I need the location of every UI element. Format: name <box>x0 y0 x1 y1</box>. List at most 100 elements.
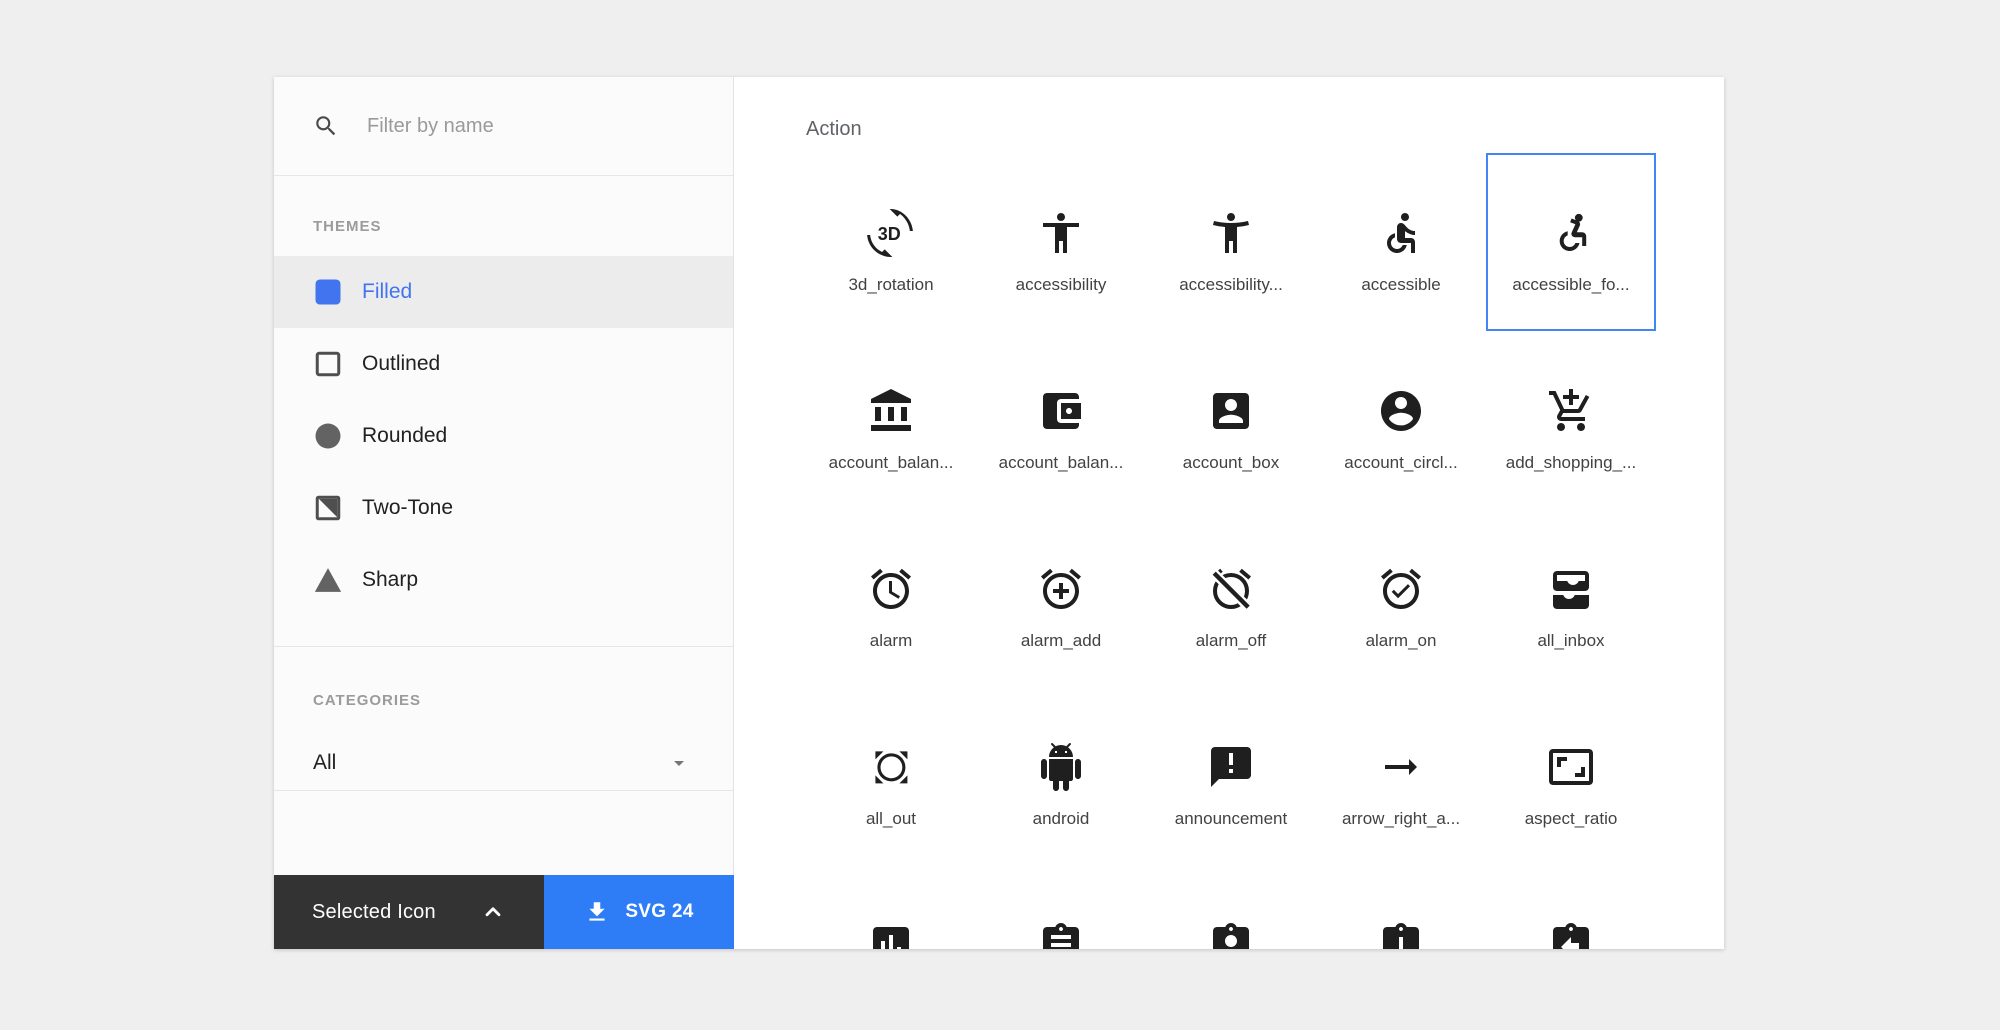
icon-label: accessible_fo... <box>1512 275 1630 294</box>
icon-label: accessible <box>1361 275 1441 294</box>
rounded-circle-icon <box>313 421 343 451</box>
theme-item-label: Sharp <box>362 568 419 591</box>
icon-cell-alarm-on[interactable]: alarm_on <box>1316 509 1486 687</box>
theme-item-label: Filled <box>362 280 413 303</box>
accessible-forward-icon <box>1547 209 1595 257</box>
categories-section: CATEGORIES All <box>274 647 733 791</box>
alarm-add-icon <box>1037 565 1085 613</box>
add-shopping-cart-icon <box>1547 387 1595 435</box>
icon-cell-android[interactable]: android <box>976 687 1146 865</box>
dropdown-caret-icon <box>674 760 684 766</box>
arrow-right-alt-icon <box>1377 743 1425 791</box>
icon-cell-accessibility[interactable]: accessibility <box>976 153 1146 331</box>
icon-cell-all-inbox[interactable]: all_inbox <box>1486 509 1656 687</box>
assignment-ind-icon <box>1207 921 1255 949</box>
icon-cell-assignment-ind[interactable] <box>1146 865 1316 949</box>
category-selected-value: All <box>313 750 337 774</box>
themes-heading: THEMES <box>313 218 382 235</box>
sidebar-footer: Selected Icon SVG 24 <box>274 875 734 949</box>
icon-cell-arrow-right-alt[interactable]: arrow_right_a... <box>1316 687 1486 865</box>
icon-cell-accessible[interactable]: accessible <box>1316 153 1486 331</box>
icon-label: add_shopping_... <box>1505 453 1637 472</box>
download-button-label: SVG 24 <box>625 901 694 922</box>
icon-cell-accessible-forward[interactable]: accessible_fo... <box>1486 153 1656 331</box>
sidebar: Filter by name THEMES Filled Outlined Ro… <box>274 77 734 949</box>
aspect-ratio-icon <box>1547 743 1595 791</box>
icon-cell-assessment[interactable] <box>806 865 976 949</box>
account-circle-icon <box>1377 387 1425 435</box>
filled-square-icon <box>313 277 343 307</box>
assignment-return-icon <box>1547 921 1595 949</box>
icon-cell-account-box[interactable]: account_box <box>1146 331 1316 509</box>
icon-label: aspect_ratio <box>1524 809 1618 828</box>
icon-label: alarm_off <box>1195 631 1267 650</box>
account-balance-icon <box>867 387 915 435</box>
search-placeholder: Filter by name <box>367 114 494 137</box>
icon-cell-3d-rotation[interactable]: 3D 3d_rotation <box>806 153 976 331</box>
icon-cell-alarm-add[interactable]: alarm_add <box>976 509 1146 687</box>
icon-cell-assignment-late[interactable] <box>1316 865 1486 949</box>
all-out-icon <box>867 743 915 791</box>
icon-cell-all-out[interactable]: all_out <box>806 687 976 865</box>
icon-cell-add-shopping-cart[interactable]: add_shopping_... <box>1486 331 1656 509</box>
theme-item-rounded[interactable]: Rounded <box>274 400 733 472</box>
theme-list: Filled Outlined Rounded Two-Tone Sharp <box>274 256 733 646</box>
outlined-square-icon <box>313 349 343 379</box>
icon-grid: 3D 3d_rotation accessibility accessibili… <box>806 153 1656 949</box>
theme-item-outlined[interactable]: Outlined <box>274 328 733 400</box>
category-select[interactable]: All <box>274 735 733 791</box>
account-box-icon <box>1207 387 1255 435</box>
accessibility-icon <box>1037 209 1085 257</box>
icon-label: account_balan... <box>828 453 954 472</box>
alarm-off-icon <box>1207 565 1255 613</box>
icon-cell-account-circle[interactable]: account_circl... <box>1316 331 1486 509</box>
selected-icon-panel-toggle[interactable]: Selected Icon <box>274 875 544 949</box>
icon-label: account_box <box>1182 453 1280 472</box>
assessment-icon <box>867 921 915 949</box>
icon-label: accessibility <box>1015 275 1107 294</box>
assignment-late-icon <box>1377 921 1425 949</box>
android-icon <box>1037 743 1085 791</box>
all-inbox-icon <box>1547 565 1595 613</box>
download-icon <box>589 902 605 921</box>
icon-cell-assignment[interactable] <box>976 865 1146 949</box>
icon-cell-assignment-return[interactable] <box>1486 865 1656 949</box>
icon-label: arrow_right_a... <box>1341 809 1461 828</box>
search-input[interactable]: Filter by name <box>274 77 733 176</box>
icon-browser-card: Filter by name THEMES Filled Outlined Ro… <box>274 77 1724 949</box>
icon-grid-panel: Action 3D 3d_rotation accessibility acce… <box>734 77 1724 949</box>
icon-cell-aspect-ratio[interactable]: aspect_ratio <box>1486 687 1656 865</box>
account-balance-wallet-icon <box>1037 387 1085 435</box>
categories-heading: CATEGORIES <box>313 692 422 709</box>
two-tone-square-icon <box>313 493 343 523</box>
theme-item-label: Two-Tone <box>362 496 454 519</box>
accessibility-new-icon <box>1207 209 1255 257</box>
download-svg-button[interactable]: SVG 24 <box>544 875 734 949</box>
search-icon <box>316 116 336 136</box>
icon-cell-account-balance-wallet[interactable]: account_balan... <box>976 331 1146 509</box>
selected-icon-label: Selected Icon <box>312 900 436 923</box>
icon-cell-announcement[interactable]: announcement <box>1146 687 1316 865</box>
icon-cell-alarm-off[interactable]: alarm_off <box>1146 509 1316 687</box>
icon-label: all_out <box>865 809 917 828</box>
assignment-icon <box>1037 921 1085 949</box>
icon-label: account_circl... <box>1344 453 1458 472</box>
announcement-icon <box>1207 743 1255 791</box>
sharp-triangle-icon <box>313 565 343 595</box>
icon-label: account_balan... <box>998 453 1124 472</box>
icon-cell-alarm[interactable]: alarm <box>806 509 976 687</box>
theme-item-filled[interactable]: Filled <box>274 256 733 328</box>
icon-label: 3d_rotation <box>848 275 934 294</box>
icon-label: alarm <box>869 631 913 650</box>
icon-label: announcement <box>1174 809 1288 828</box>
theme-item-two-tone[interactable]: Two-Tone <box>274 472 733 544</box>
icon-cell-account-balance[interactable]: account_balan... <box>806 331 976 509</box>
accessible-icon <box>1377 209 1425 257</box>
3d-rotation-icon: 3D <box>867 209 915 257</box>
theme-item-sharp[interactable]: Sharp <box>274 544 733 616</box>
theme-item-label: Outlined <box>362 352 441 375</box>
theme-item-label: Rounded <box>362 424 448 447</box>
alarm-icon <box>867 565 915 613</box>
icon-cell-accessibility-new[interactable]: accessibility... <box>1146 153 1316 331</box>
category-section-title: Action <box>806 118 862 140</box>
